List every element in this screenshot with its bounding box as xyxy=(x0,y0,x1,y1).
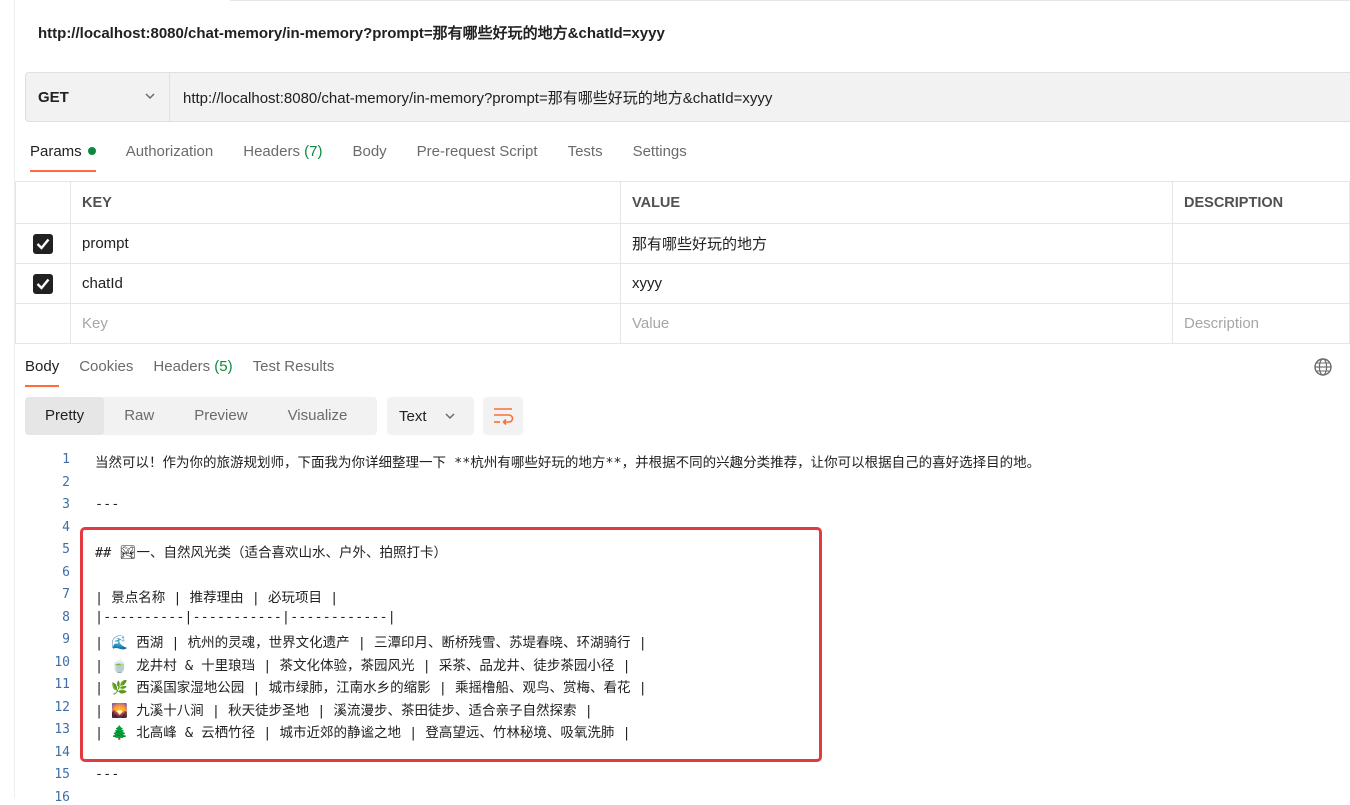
tab-params[interactable]: Params xyxy=(30,142,96,172)
line-number: 2 xyxy=(62,474,70,490)
request-title: http://localhost:8080/chat-memory/in-mem… xyxy=(38,25,665,42)
format-label: Text xyxy=(399,407,427,425)
format-select[interactable]: Text xyxy=(387,397,474,435)
line-number: 8 xyxy=(62,609,70,625)
line-number: 3 xyxy=(62,497,70,512)
highlight-annotation-box xyxy=(80,527,822,762)
line-number: 15 xyxy=(54,767,70,782)
new-value-input[interactable]: Value xyxy=(620,303,1173,344)
line-number: 16 xyxy=(54,789,70,805)
line-number: 4 xyxy=(62,519,70,535)
tab-body[interactable]: Body xyxy=(352,142,386,172)
header-checkbox-cell xyxy=(15,181,71,224)
tab-settings[interactable]: Settings xyxy=(633,142,687,172)
code-line: 当然可以！作为你的旅游规划师，下面我为你详细整理一下 **杭州有哪些好玩的地方*… xyxy=(95,455,1041,471)
globe-icon[interactable] xyxy=(1313,357,1333,377)
tab-test-results[interactable]: Test Results xyxy=(253,358,335,387)
new-description-input[interactable]: Description xyxy=(1172,303,1350,344)
table-header-row: KEY VALUE DESCRIPTION xyxy=(15,181,1350,224)
pretty-button[interactable]: Pretty xyxy=(25,397,105,435)
param-key[interactable]: chatId xyxy=(70,263,621,304)
param-description[interactable] xyxy=(1172,223,1350,264)
tab-cookies[interactable]: Cookies xyxy=(79,358,133,387)
chevron-down-icon xyxy=(445,413,455,420)
param-value[interactable]: 那有哪些好玩的地方 xyxy=(620,223,1173,264)
request-tabs: Params Authorization Headers (7) Body Pr… xyxy=(30,142,717,172)
response-tabs: Body Cookies Headers (5) Test Results xyxy=(25,358,354,387)
line-number: 9 xyxy=(62,632,70,647)
param-value[interactable]: xyyy xyxy=(620,263,1173,304)
tab-authorization[interactable]: Authorization xyxy=(126,142,214,172)
tab-tests[interactable]: Tests xyxy=(568,142,603,172)
line-number: 13 xyxy=(54,722,70,737)
code-line: --- xyxy=(95,766,120,782)
params-table: KEY VALUE DESCRIPTION prompt 那有哪些好玩的地方 c… xyxy=(15,181,1350,344)
headers-count: (7) xyxy=(304,143,323,160)
tab-headers[interactable]: Headers (7) xyxy=(243,142,322,172)
raw-button[interactable]: Raw xyxy=(104,397,174,435)
line-number: 10 xyxy=(54,654,70,670)
row-checkbox-cell xyxy=(15,223,71,264)
tab-headers-label: Headers xyxy=(243,143,300,160)
table-row: chatId xyyy xyxy=(15,263,1350,304)
active-dot-icon xyxy=(87,147,96,155)
view-mode-group: Pretty Raw Preview Visualize xyxy=(25,397,377,435)
param-key[interactable]: prompt xyxy=(70,223,621,264)
chevron-down-icon xyxy=(145,93,155,100)
row-checkbox-cell xyxy=(15,263,71,304)
code-line: --- xyxy=(95,496,120,512)
new-key-input[interactable]: Key xyxy=(70,303,621,344)
tab-pre-request-script[interactable]: Pre-request Script xyxy=(417,142,538,172)
column-header-description: DESCRIPTION xyxy=(1172,181,1350,224)
line-number: 12 xyxy=(54,699,70,715)
column-header-value: VALUE xyxy=(620,181,1173,224)
row-checkbox-cell xyxy=(15,303,71,344)
tab-response-body[interactable]: Body xyxy=(25,358,60,387)
tab-response-headers-label: Headers xyxy=(153,358,211,375)
method-label: GET xyxy=(38,88,69,106)
check-icon xyxy=(36,278,50,290)
url-input[interactable]: http://localhost:8080/chat-memory/in-mem… xyxy=(171,72,1350,122)
wrap-lines-icon xyxy=(494,408,514,426)
line-number: 11 xyxy=(54,677,70,692)
table-row: prompt 那有哪些好玩的地方 xyxy=(15,223,1350,264)
line-number: 1 xyxy=(62,452,70,467)
wrap-lines-button[interactable] xyxy=(483,397,523,435)
visualize-button[interactable]: Visualize xyxy=(268,397,368,435)
check-icon xyxy=(36,238,50,250)
line-number: 5 xyxy=(62,542,70,557)
response-headers-count: (5) xyxy=(214,358,233,375)
preview-button[interactable]: Preview xyxy=(174,397,267,435)
row-checkbox[interactable] xyxy=(33,273,53,294)
tab-response-headers[interactable]: Headers (5) xyxy=(153,358,232,387)
line-number: 7 xyxy=(62,587,70,602)
column-header-key: KEY xyxy=(70,181,621,224)
param-description[interactable] xyxy=(1172,263,1350,304)
tab-strip xyxy=(230,0,1350,3)
line-number: 14 xyxy=(54,744,70,760)
line-number: 6 xyxy=(62,564,70,580)
row-checkbox[interactable] xyxy=(33,233,53,254)
method-select[interactable]: GET xyxy=(25,72,170,122)
tab-params-label: Params xyxy=(30,143,82,160)
table-row-new: Key Value Description xyxy=(15,303,1350,344)
